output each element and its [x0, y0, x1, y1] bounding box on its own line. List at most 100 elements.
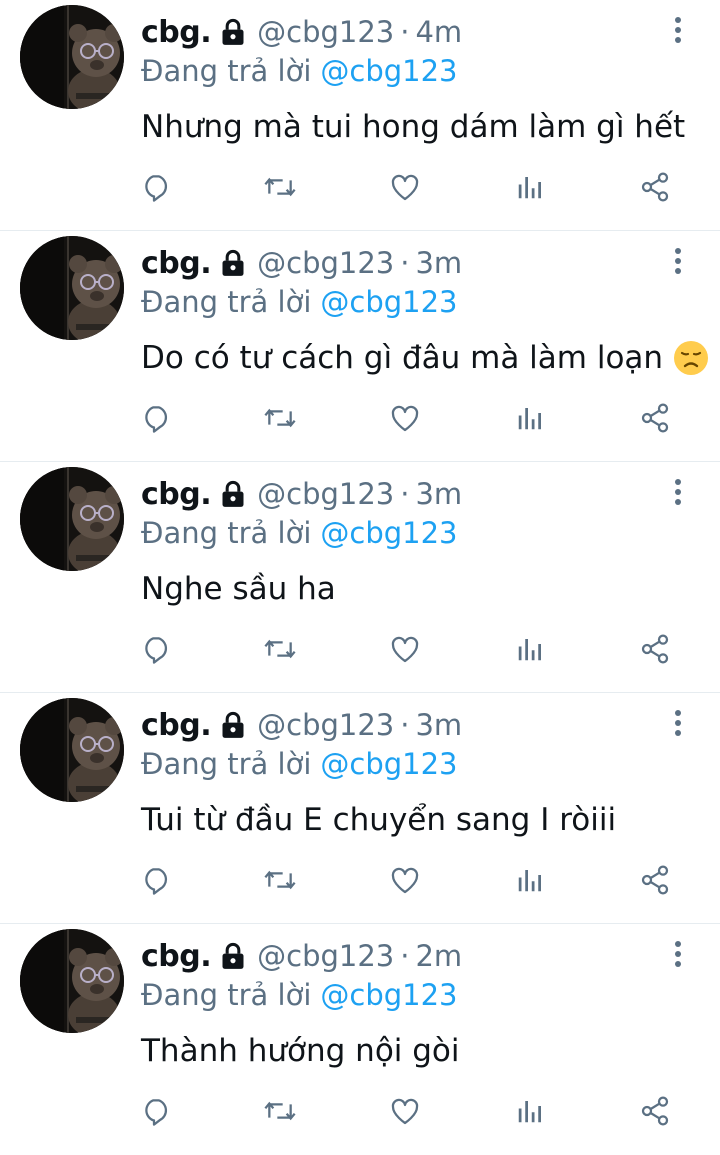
tweet-header: cbg. @cbg123 · 3m	[141, 705, 462, 745]
tweet-text-content: Do có tư cách gì đâu mà làm loạn	[141, 340, 664, 376]
timestamp[interactable]: 3m	[415, 708, 462, 742]
tweet-header: cbg. @cbg123 · 3m	[141, 243, 462, 283]
reply-icon[interactable]	[134, 624, 178, 674]
username-handle[interactable]: @cbg123	[257, 15, 394, 49]
replying-to-label: Đang trả lời	[141, 516, 312, 550]
heart-icon[interactable]	[383, 855, 427, 905]
display-name[interactable]: cbg.	[141, 708, 212, 743]
retweet-icon[interactable]	[258, 624, 302, 674]
replying-to: Đang trả lời @cbg123	[141, 976, 458, 1014]
tweet[interactable]: cbg. @cbg123 · 3m Đang trả lời @cbg123	[0, 231, 720, 462]
tweet-actions	[0, 162, 720, 212]
tweet[interactable]: cbg. @cbg123 · 3m Đang trả lời @cbg123	[0, 462, 720, 693]
tweet-actions	[0, 624, 720, 674]
heart-icon[interactable]	[383, 624, 427, 674]
more-vertical-icon[interactable]	[664, 703, 692, 743]
share-icon[interactable]	[633, 393, 677, 443]
replying-to: Đang trả lời @cbg123	[141, 745, 458, 783]
tweet-text: Tui từ đầu E chuyển sang I ròiii	[141, 797, 616, 843]
analytics-icon[interactable]	[508, 855, 552, 905]
reply-icon[interactable]	[134, 162, 178, 212]
analytics-icon[interactable]	[508, 162, 552, 212]
timestamp[interactable]: 2m	[415, 939, 462, 973]
tweet[interactable]: cbg. @cbg123 · 3m Đang trả lời @cbg123	[0, 693, 720, 924]
username-handle[interactable]: @cbg123	[257, 708, 394, 742]
replying-to-handle[interactable]: @cbg123	[320, 978, 457, 1012]
retweet-icon[interactable]	[258, 1086, 302, 1136]
heart-icon[interactable]	[383, 1086, 427, 1136]
display-name[interactable]: cbg.	[141, 477, 212, 512]
timestamp[interactable]: 4m	[415, 15, 462, 49]
replying-to-label: Đang trả lời	[141, 978, 312, 1012]
tweet-text-content: Thành hướng nội gòi	[141, 1033, 460, 1069]
tweet-actions	[0, 855, 720, 905]
lock-icon	[219, 18, 247, 46]
tweet-text-content: Nghe sầu ha	[141, 571, 336, 607]
more-vertical-icon[interactable]	[664, 472, 692, 512]
tweet-text-content: Tui từ đầu E chuyển sang I ròiii	[141, 802, 617, 838]
heart-icon[interactable]	[383, 162, 427, 212]
avatar[interactable]	[20, 236, 124, 340]
more-vertical-icon[interactable]	[664, 10, 692, 50]
share-icon[interactable]	[633, 162, 677, 212]
avatar[interactable]	[20, 467, 124, 571]
lock-icon	[219, 711, 247, 739]
replying-to: Đang trả lời @cbg123	[141, 283, 458, 321]
separator-dot: ·	[400, 15, 410, 49]
replying-to-label: Đang trả lời	[141, 747, 312, 781]
replying-to-handle[interactable]: @cbg123	[320, 285, 457, 319]
reply-icon[interactable]	[134, 393, 178, 443]
analytics-icon[interactable]	[508, 624, 552, 674]
username-handle[interactable]: @cbg123	[257, 939, 394, 973]
more-vertical-icon[interactable]	[664, 241, 692, 281]
analytics-icon[interactable]	[508, 393, 552, 443]
disappointed-face-emoji	[673, 340, 709, 376]
replying-to-handle[interactable]: @cbg123	[320, 747, 457, 781]
display-name[interactable]: cbg.	[141, 246, 212, 281]
tweet-header: cbg. @cbg123 · 3m	[141, 474, 462, 514]
tweet-actions	[0, 393, 720, 443]
more-vertical-icon[interactable]	[664, 934, 692, 974]
retweet-icon[interactable]	[258, 855, 302, 905]
tweet-header: cbg. @cbg123 · 2m	[141, 936, 462, 976]
replying-to-label: Đang trả lời	[141, 285, 312, 319]
avatar[interactable]	[20, 698, 124, 802]
share-icon[interactable]	[633, 1086, 677, 1136]
avatar[interactable]	[20, 929, 124, 1033]
replying-to-handle[interactable]: @cbg123	[320, 54, 457, 88]
display-name[interactable]: cbg.	[141, 939, 212, 974]
tweet-text: Do có tư cách gì đâu mà làm loạn	[141, 335, 709, 381]
tweet-text: Nghe sầu ha	[141, 566, 336, 612]
tweet-text: Nhưng mà tui hong dám làm gì hết	[141, 104, 685, 150]
lock-icon	[219, 480, 247, 508]
separator-dot: ·	[400, 939, 410, 973]
tweet[interactable]: cbg. @cbg123 · 2m Đang trả lời @cbg123 T…	[0, 924, 720, 1155]
tweet[interactable]: cbg. @cbg123 · 4m Đang trả lời @cbg123 N…	[0, 0, 720, 231]
replying-to-handle[interactable]: @cbg123	[320, 516, 457, 550]
share-icon[interactable]	[633, 624, 677, 674]
lock-icon	[219, 249, 247, 277]
separator-dot: ·	[400, 477, 410, 511]
replying-to: Đang trả lời @cbg123	[141, 514, 458, 552]
separator-dot: ·	[400, 246, 410, 280]
display-name[interactable]: cbg.	[141, 15, 212, 50]
lock-icon	[219, 942, 247, 970]
timestamp[interactable]: 3m	[415, 477, 462, 511]
retweet-icon[interactable]	[258, 162, 302, 212]
reply-icon[interactable]	[134, 855, 178, 905]
tweet-feed: cbg. @cbg123 · 4m Đang trả lời @cbg123 N…	[0, 0, 720, 1155]
tweet-text: Thành hướng nội gòi	[141, 1028, 460, 1074]
tweet-header: cbg. @cbg123 · 4m	[141, 12, 462, 52]
username-handle[interactable]: @cbg123	[257, 477, 394, 511]
share-icon[interactable]	[633, 855, 677, 905]
heart-icon[interactable]	[383, 393, 427, 443]
username-handle[interactable]: @cbg123	[257, 246, 394, 280]
avatar[interactable]	[20, 5, 124, 109]
replying-to-label: Đang trả lời	[141, 54, 312, 88]
retweet-icon[interactable]	[258, 393, 302, 443]
tweet-text-content: Nhưng mà tui hong dám làm gì hết	[141, 109, 686, 145]
timestamp[interactable]: 3m	[415, 246, 462, 280]
tweet-actions	[0, 1086, 720, 1136]
reply-icon[interactable]	[134, 1086, 178, 1136]
analytics-icon[interactable]	[508, 1086, 552, 1136]
